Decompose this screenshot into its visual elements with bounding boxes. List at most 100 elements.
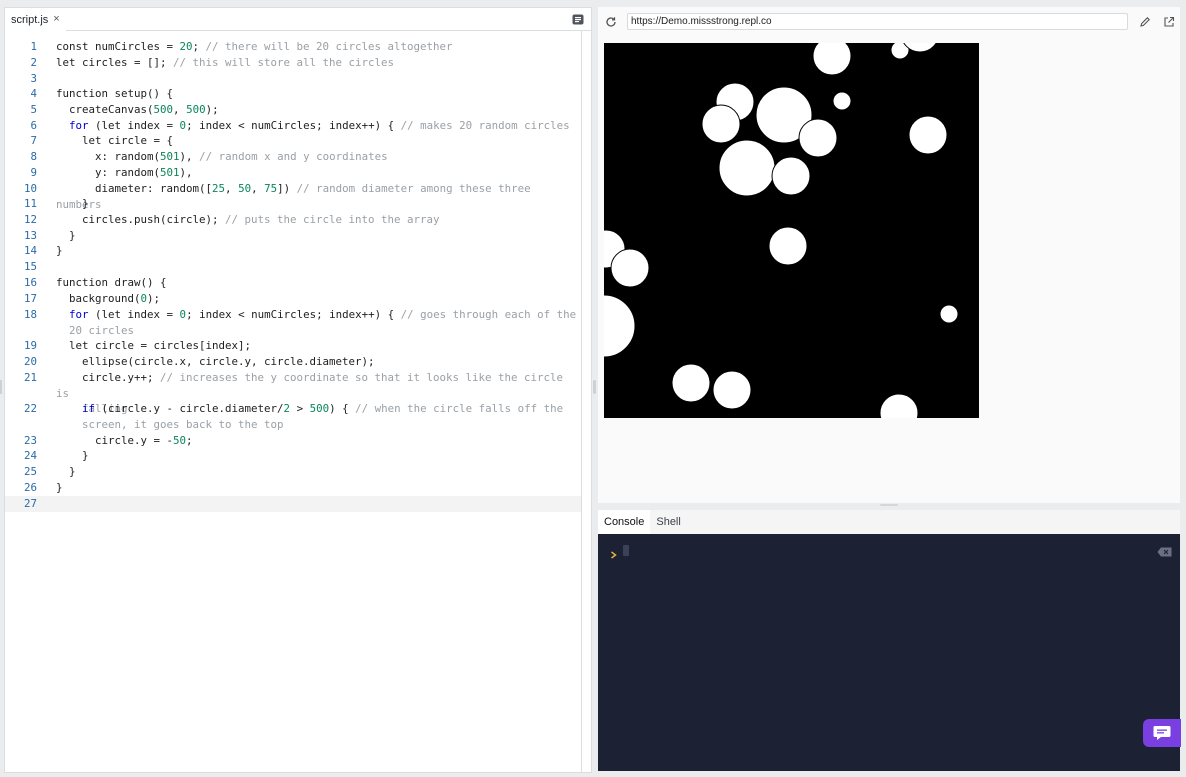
- code-text: let circle = {: [56, 134, 174, 147]
- code-text: }: [56, 465, 76, 478]
- tab-console[interactable]: Console: [598, 510, 651, 534]
- line-number: 2: [30, 56, 37, 69]
- code-text: x: random(501), // random x and y coordi…: [56, 150, 388, 163]
- prompt-chevron-icon: [610, 546, 618, 559]
- console-pane: Console Shell: [598, 510, 1180, 771]
- repl-workspace: script.js × 1 const numCircles = 20; // t…: [0, 0, 1186, 777]
- edit-url-icon[interactable]: [1139, 15, 1151, 27]
- left-resize-handle[interactable]: [0, 380, 2, 394]
- code-line[interactable]: 5 createCanvas(500, 500);: [5, 102, 581, 118]
- line-number: 24: [23, 449, 37, 462]
- code-text: ellipse(circle.x, circle.y, circle.diame…: [56, 355, 375, 368]
- open-new-tab-icon[interactable]: [1163, 15, 1175, 27]
- code-text: for (let index = 0; index < numCircles; …: [69, 308, 577, 337]
- falling-circle: [768, 226, 808, 266]
- code-line[interactable]: 27: [5, 496, 581, 512]
- line-number: 18: [23, 308, 37, 321]
- code-line[interactable]: 7 let circle = {: [5, 133, 581, 149]
- code-line[interactable]: 9 y: random(501),: [5, 165, 581, 181]
- falling-circle: [712, 370, 752, 410]
- code-line[interactable]: 25 }: [5, 464, 581, 480]
- line-number: 11: [23, 197, 37, 210]
- vertical-resize-handle[interactable]: [880, 504, 898, 506]
- line-number: 8: [30, 150, 37, 163]
- falling-circle: [798, 118, 838, 158]
- falling-circles-drawing: [604, 43, 979, 418]
- console-tabbar: Console Shell: [598, 510, 1180, 534]
- url-field[interactable]: https://Demo.missstrong.repl.co: [627, 13, 1128, 30]
- line-number: 10: [23, 182, 37, 195]
- code-line[interactable]: 18 for (let index = 0; index < numCircle…: [5, 307, 581, 338]
- line-number: 1: [30, 40, 37, 53]
- code-line[interactable]: 3: [5, 71, 581, 87]
- code-editor[interactable]: 1 const numCircles = 20; // there will be…: [5, 31, 581, 772]
- code-line[interactable]: 12 circles.push(circle); // puts the cir…: [5, 212, 581, 228]
- tab-shell[interactable]: Shell: [650, 510, 686, 534]
- code-line[interactable]: 11 }: [5, 196, 581, 212]
- editor-scrollbar[interactable]: [581, 31, 591, 772]
- code-line[interactable]: 14}: [5, 243, 581, 259]
- code-line[interactable]: 20 ellipse(circle.x, circle.y, circle.di…: [5, 354, 581, 370]
- close-tab-icon[interactable]: ×: [53, 14, 59, 25]
- code-line[interactable]: 8 x: random(501), // random x and y coor…: [5, 149, 581, 165]
- code-line[interactable]: 6 for (let index = 0; index < numCircles…: [5, 118, 581, 134]
- webview-toolbar: https://Demo.missstrong.repl.co: [598, 7, 1180, 35]
- code-line[interactable]: 13 }: [5, 228, 581, 244]
- line-number: 26: [23, 481, 37, 494]
- line-number: 23: [23, 434, 37, 447]
- code-line[interactable]: 21 circle.y++; // increases the y coordi…: [5, 370, 581, 415]
- code-text: }: [56, 481, 63, 494]
- line-number: 12: [23, 213, 37, 226]
- line-number: 7: [30, 134, 37, 147]
- code-text: let circle = circles[index];: [56, 339, 252, 352]
- line-number: 19: [23, 339, 37, 352]
- line-number: 6: [30, 119, 37, 132]
- code-text: }: [56, 197, 89, 210]
- falling-circle: [812, 43, 852, 76]
- falling-circle: [671, 363, 711, 403]
- code-line[interactable]: 22 if (circle.y - circle.diameter/2 > 50…: [5, 401, 581, 432]
- console-input-cursor[interactable]: [623, 545, 629, 556]
- code-line[interactable]: 19 let circle = circles[index];: [5, 338, 581, 354]
- outline-toggle-icon[interactable]: [571, 13, 584, 25]
- code-line[interactable]: 1 const numCircles = 20; // there will be…: [5, 39, 581, 55]
- pane-resize-handle[interactable]: [593, 380, 596, 394]
- code-line[interactable]: 15: [5, 259, 581, 275]
- code-line[interactable]: 16 function draw() {: [5, 275, 581, 291]
- line-number: 13: [23, 229, 37, 242]
- falling-circle: [939, 304, 959, 324]
- line-number: 4: [30, 87, 37, 100]
- code-line[interactable]: 2 let circles = []; // this will store al…: [5, 55, 581, 71]
- falling-circle: [832, 91, 852, 111]
- line-number: 21: [23, 371, 37, 384]
- falling-circle: [908, 115, 948, 155]
- chat-button[interactable]: [1143, 719, 1181, 747]
- falling-circle: [718, 139, 776, 197]
- code-text: }: [56, 449, 89, 462]
- code-line[interactable]: 26}: [5, 480, 581, 496]
- code-text: for (let index = 0; index < numCircles; …: [69, 119, 570, 132]
- editor-tabbar: script.js ×: [5, 8, 591, 31]
- falling-circle: [771, 156, 811, 196]
- code-text: let circles = []; // this will store all…: [56, 56, 395, 69]
- code-text: circles.push(circle); // puts the circle…: [56, 213, 440, 226]
- line-number: 16: [23, 276, 37, 289]
- line-number: 3: [30, 72, 37, 85]
- code-line[interactable]: 10 diameter: random([25, 50, 75]) // ran…: [5, 181, 581, 211]
- line-number: 25: [23, 465, 37, 478]
- clear-console-icon[interactable]: [1157, 544, 1172, 557]
- code-line[interactable]: 24 }: [5, 448, 581, 464]
- falling-circle: [701, 104, 741, 144]
- refresh-icon[interactable]: [605, 15, 617, 27]
- code-text: function draw() {: [56, 276, 167, 289]
- line-number: 15: [23, 260, 37, 273]
- falling-circle: [610, 248, 650, 288]
- code-text: y: random(501),: [56, 166, 193, 179]
- code-line[interactable]: 17 background(0);: [5, 291, 581, 307]
- code-text: function setup() {: [56, 87, 174, 100]
- code-text: circle.y = -50;: [56, 434, 193, 447]
- file-tab-script-js[interactable]: script.js ×: [5, 8, 66, 31]
- chat-bubble-icon: [1153, 726, 1171, 740]
- code-line[interactable]: 23 circle.y = -50;: [5, 433, 581, 449]
- code-line[interactable]: 4 function setup() {: [5, 86, 581, 102]
